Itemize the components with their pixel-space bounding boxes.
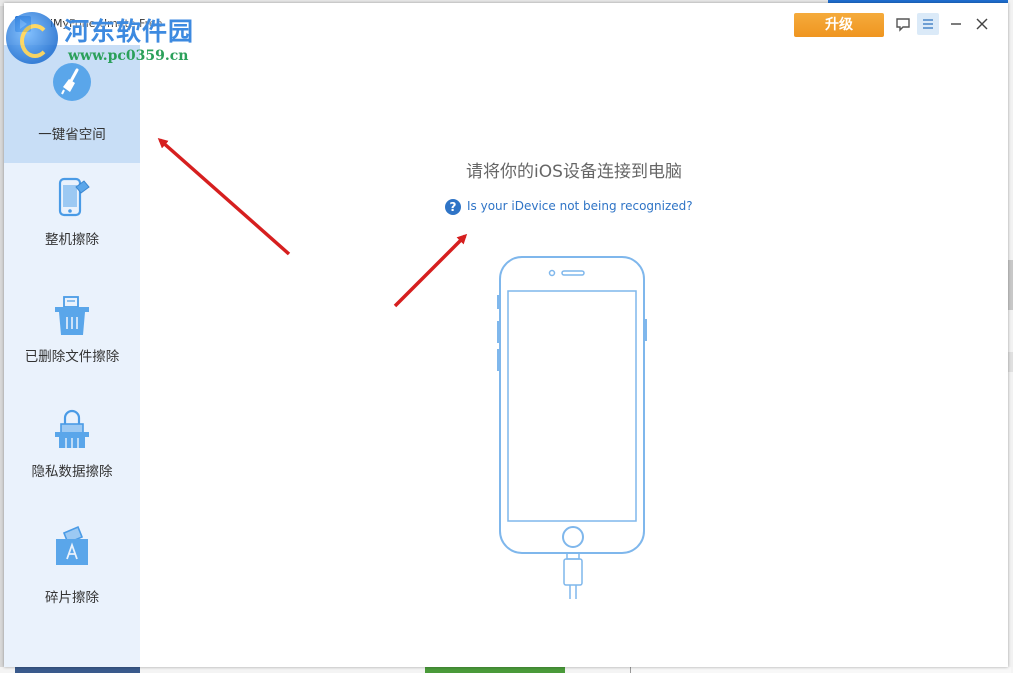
- sidebar-item-erase-private-data[interactable]: 隐私数据擦除: [4, 388, 140, 503]
- close-icon[interactable]: [971, 13, 993, 35]
- sidebar-item-label: 一键省空间: [38, 127, 106, 143]
- sidebar-item-erase-deleted-files[interactable]: 已删除文件擦除: [4, 273, 140, 388]
- help-icon: ?: [445, 198, 461, 215]
- app-logo-icon: [15, 16, 31, 32]
- upgrade-button[interactable]: 升级: [794, 13, 884, 37]
- sidebar-item-label: 整机擦除: [45, 232, 99, 248]
- sidebar-item-free-up-space[interactable]: 一键省空间: [4, 45, 140, 163]
- sidebar-item-erase-fragments[interactable]: 碎片擦除: [4, 503, 140, 623]
- title-bar: iMyFone Umate Free 升级: [4, 3, 1008, 45]
- app-shredder-icon: [56, 525, 88, 565]
- sidebar-item-label: 已删除文件擦除: [24, 349, 120, 365]
- sidebar: 一键省空间 整机擦除 已删除文件擦除 隐私数据擦除 碎片擦除: [4, 45, 140, 667]
- main-panel: 请将你的iOS设备连接到电脑 ? Is your iDevice not bein…: [140, 45, 1008, 667]
- broom-icon: [53, 63, 91, 101]
- window-title: iMyFone Umate Free: [50, 17, 163, 30]
- menu-icon[interactable]: [917, 13, 939, 35]
- device-not-recognized-link[interactable]: ? Is your iDevice not being recognized?: [445, 197, 693, 217]
- minimize-icon[interactable]: [945, 13, 967, 35]
- help-link-text: Is your iDevice not being recognized?: [467, 199, 693, 213]
- trash-file-icon: [55, 296, 89, 335]
- sidebar-item-erase-all-data[interactable]: 整机擦除: [4, 163, 140, 273]
- app-window: iMyFone Umate Free 升级 一键省空间 整机擦除 已删除文件擦除…: [4, 3, 1008, 667]
- desktop-background-right: [1008, 0, 1013, 673]
- sidebar-item-label: 碎片擦除: [45, 590, 99, 606]
- phone-eraser-icon: [58, 177, 90, 217]
- lock-shredder-icon: [55, 409, 89, 448]
- desktop-background-bottom: [0, 667, 1013, 673]
- feedback-icon[interactable]: [892, 13, 914, 35]
- iphone-illustration-icon: [497, 256, 647, 599]
- connect-device-prompt: 请将你的iOS设备连接到电脑: [466, 162, 682, 182]
- sidebar-item-label: 隐私数据擦除: [31, 464, 113, 480]
